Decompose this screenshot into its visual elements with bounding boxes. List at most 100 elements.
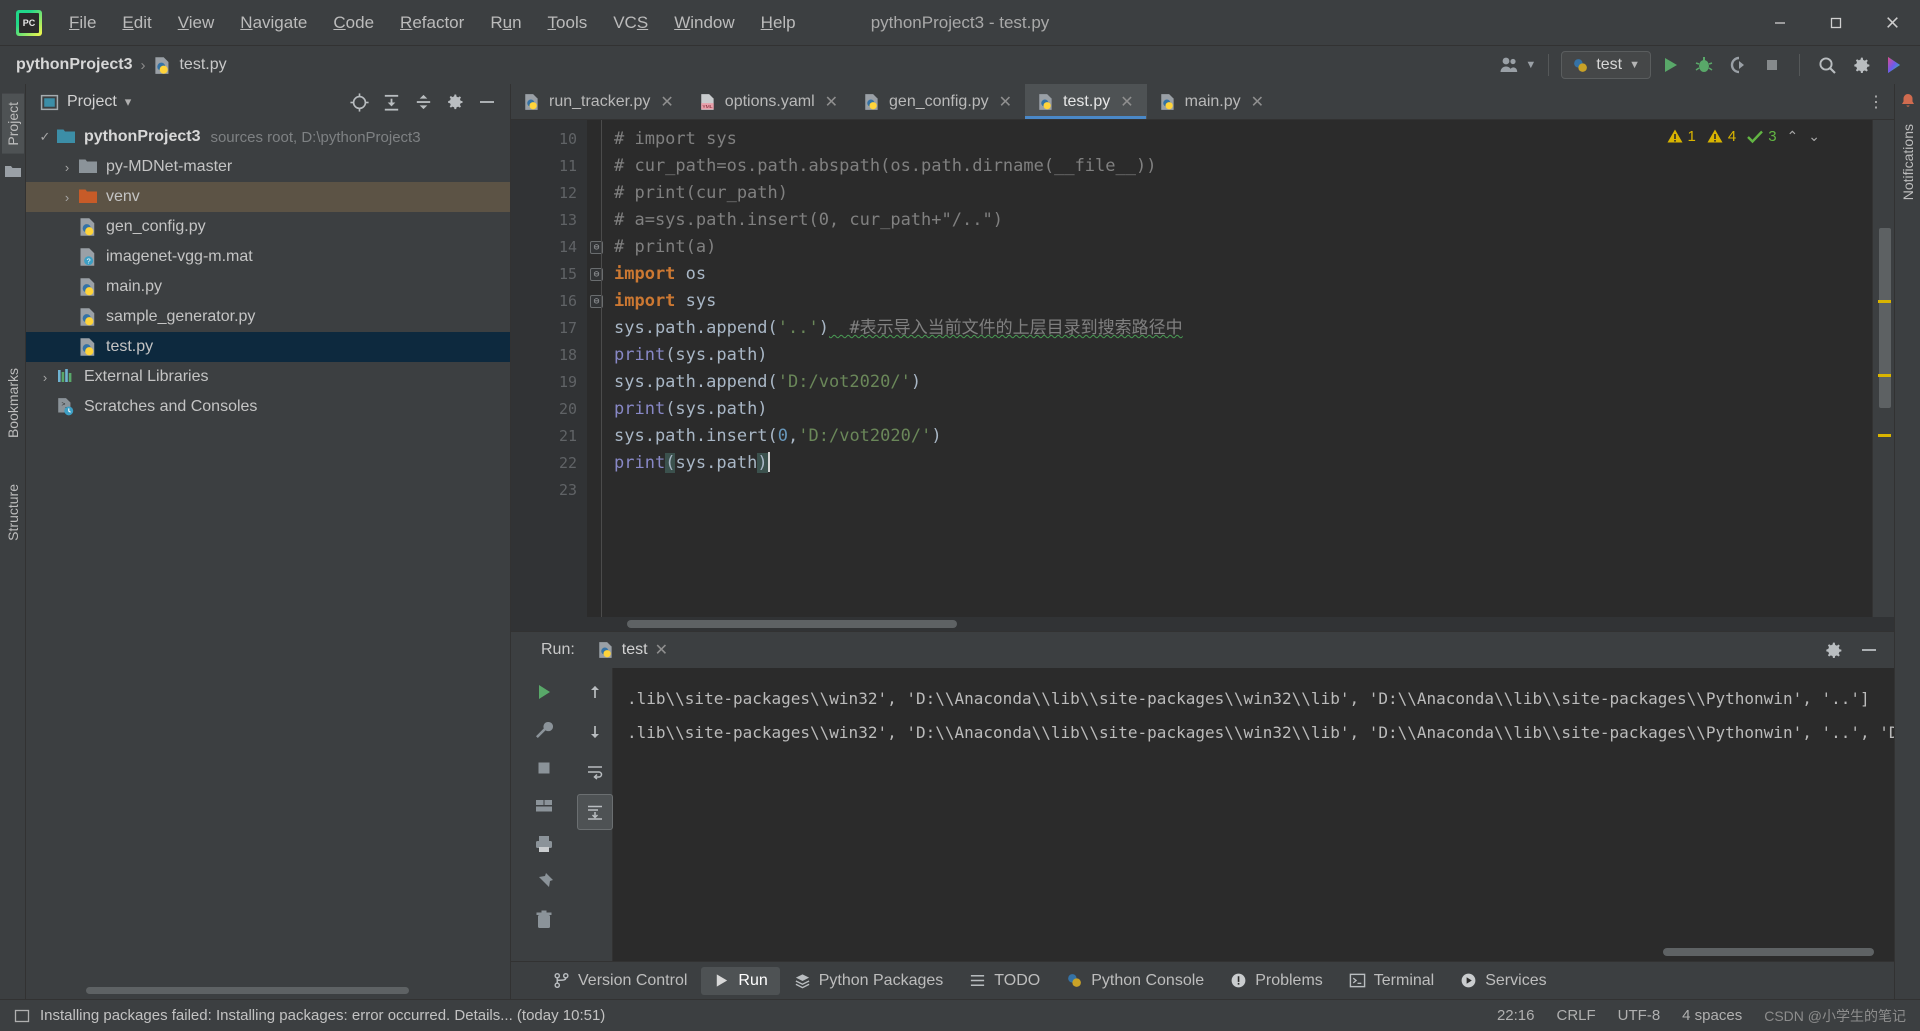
editor-marker-scrollbar[interactable] — [1872, 120, 1894, 617]
notification-icon[interactable] — [14, 1008, 30, 1024]
expand-all-icon[interactable] — [376, 87, 406, 117]
breadcrumb-project[interactable]: pythonProject3 — [16, 56, 132, 74]
project-settings-icon[interactable] — [440, 87, 470, 117]
breadcrumb-file[interactable]: test.py — [179, 56, 226, 74]
warnings-count[interactable]: 1 — [1666, 128, 1696, 145]
close-icon[interactable]: ✕ — [999, 92, 1012, 112]
editor-tab-main[interactable]: main.py ✕ — [1147, 84, 1277, 119]
tree-row-pythonproject3[interactable]: ✓ pythonProject3 sources root, D:\python… — [26, 122, 510, 152]
locate-icon[interactable] — [344, 87, 374, 117]
down-icon[interactable] — [577, 714, 613, 750]
search-icon[interactable] — [1812, 50, 1842, 80]
sidebar-tab-bookmarks[interactable]: Bookmarks — [2, 360, 24, 446]
settings-icon[interactable] — [1846, 50, 1876, 80]
notifications-icon[interactable] — [1899, 92, 1917, 110]
tree-row-scratches[interactable]: >_ Scratches and Consoles — [26, 392, 510, 422]
up-icon[interactable] — [577, 674, 613, 710]
tool-tab-version-control[interactable]: Version Control — [541, 967, 699, 995]
tool-tab-services[interactable]: Services — [1448, 967, 1558, 995]
close-icon[interactable]: ✕ — [1251, 92, 1264, 112]
tree-row-test-py[interactable]: test.py — [26, 332, 510, 362]
line-separator[interactable]: CRLF — [1557, 1007, 1596, 1024]
inspection-widget[interactable]: 1 4 3 ⌃ ⌄ — [1666, 128, 1821, 145]
code-text[interactable]: # import sys # cur_path=os.path.abspath(… — [601, 120, 1872, 617]
user-dropdown-arrow[interactable]: ▼ — [1525, 59, 1536, 71]
tool-tab-python-console[interactable]: Python Console — [1054, 967, 1216, 995]
debug-button[interactable] — [1689, 50, 1719, 80]
indent-setting[interactable]: 4 spaces — [1682, 1007, 1742, 1024]
editor-horizontal-scrollbar[interactable] — [511, 617, 1894, 631]
expand-arrow[interactable]: › — [56, 190, 78, 205]
rerun-icon[interactable] — [526, 674, 562, 710]
hide-run-panel-icon[interactable] — [1854, 635, 1884, 665]
tree-row-external-libraries[interactable]: › External Libraries — [26, 362, 510, 392]
close-icon[interactable]: ✕ — [660, 92, 673, 112]
maximize-button[interactable] — [1808, 0, 1864, 46]
sidebar-tab-structure[interactable]: Structure — [2, 476, 24, 549]
menu-file[interactable]: File — [56, 9, 109, 37]
checks-count[interactable]: 3 — [1746, 128, 1776, 145]
menu-refactor[interactable]: Refactor — [387, 9, 477, 37]
editor-tab-gen_config[interactable]: gen_config.py ✕ — [851, 84, 1025, 119]
tree-row-py-mdnet-master[interactable]: › py-MDNet-master — [26, 152, 510, 182]
user-group-icon[interactable] — [1495, 50, 1525, 80]
expand-arrow[interactable]: › — [56, 160, 78, 175]
menu-run[interactable]: Run — [477, 9, 534, 37]
status-message[interactable]: Installing packages failed: Installing p… — [40, 1007, 605, 1024]
sidebar-tab-project[interactable]: Project — [2, 94, 24, 154]
run-with-coverage-button[interactable] — [1723, 50, 1753, 80]
expand-arrow[interactable]: ✓ — [34, 129, 56, 145]
menu-view[interactable]: View — [165, 9, 228, 37]
console-horizontal-scrollbar[interactable] — [1663, 948, 1874, 956]
tool-tab-terminal[interactable]: Terminal — [1337, 967, 1446, 995]
layout-icon[interactable] — [526, 788, 562, 824]
close-icon[interactable]: ✕ — [1120, 92, 1133, 112]
close-icon[interactable]: ✕ — [825, 92, 838, 112]
tool-tab-todo[interactable]: TODO — [957, 967, 1052, 995]
tree-row-main-py[interactable]: main.py — [26, 272, 510, 302]
trash-icon[interactable] — [526, 902, 562, 938]
code-editor[interactable]: 10 11 12 13 14⊖ 15⊖ 16⊖ 17 18 19 20 21 2… — [511, 120, 1894, 617]
project-view-dropdown-arrow[interactable]: ▾ — [125, 94, 132, 110]
run-console-output[interactable]: .lib\\site-packages\\win32', 'D:\\Anacon… — [613, 668, 1894, 961]
editor-scroll-thumb[interactable] — [1879, 228, 1891, 408]
next-problem-icon[interactable]: ⌄ — [1808, 128, 1820, 145]
pin-icon[interactable] — [526, 864, 562, 900]
menu-navigate[interactable]: Navigate — [227, 9, 320, 37]
run-button[interactable] — [1655, 50, 1685, 80]
weak-warnings-count[interactable]: 4 — [1706, 128, 1736, 145]
run-configuration-selector[interactable]: test ▼ — [1561, 51, 1651, 79]
soft-wrap-icon[interactable] — [577, 754, 613, 790]
project-horizontal-scrollbar[interactable] — [26, 987, 510, 999]
tool-tab-problems[interactable]: Problems — [1218, 967, 1335, 995]
print-icon[interactable] — [526, 826, 562, 862]
menu-vcs[interactable]: VCS — [600, 9, 661, 37]
editor-tab-run_tracker[interactable]: run_tracker.py ✕ — [511, 84, 687, 119]
menu-tools[interactable]: Tools — [535, 9, 601, 37]
run-tab-test[interactable]: test ✕ — [589, 637, 676, 663]
minimize-button[interactable] — [1752, 0, 1808, 46]
previous-problem-icon[interactable]: ⌃ — [1787, 128, 1799, 145]
stop-icon[interactable] — [526, 750, 562, 786]
tool-tab-run[interactable]: Run — [701, 967, 779, 995]
scroll-to-end-icon[interactable] — [577, 794, 613, 830]
expand-arrow[interactable]: › — [34, 370, 56, 385]
run-settings-icon[interactable] — [1818, 635, 1848, 665]
sidebar-tab-notifications[interactable]: Notifications — [1897, 116, 1919, 208]
tree-row-venv[interactable]: › venv — [26, 182, 510, 212]
wrench-icon[interactable] — [526, 712, 562, 748]
collapse-all-icon[interactable] — [408, 87, 438, 117]
tree-row-imagenet-mat[interactable]: ? imagenet-vgg-m.mat — [26, 242, 510, 272]
menu-window[interactable]: Window — [661, 9, 747, 37]
editor-tab-test[interactable]: test.py ✕ — [1025, 84, 1147, 119]
caret-position[interactable]: 22:16 — [1497, 1007, 1535, 1024]
close-icon[interactable]: ✕ — [655, 640, 668, 660]
close-button[interactable] — [1864, 0, 1920, 46]
ai-assistant-icon[interactable] — [1880, 50, 1910, 80]
tree-row-sample-generator[interactable]: sample_generator.py — [26, 302, 510, 332]
tree-row-gen-config[interactable]: gen_config.py — [26, 212, 510, 242]
editor-tab-options-yaml[interactable]: YML options.yaml ✕ — [687, 84, 851, 119]
menu-code[interactable]: Code — [320, 9, 387, 37]
menu-edit[interactable]: Edit — [109, 9, 164, 37]
menu-help[interactable]: Help — [748, 9, 809, 37]
